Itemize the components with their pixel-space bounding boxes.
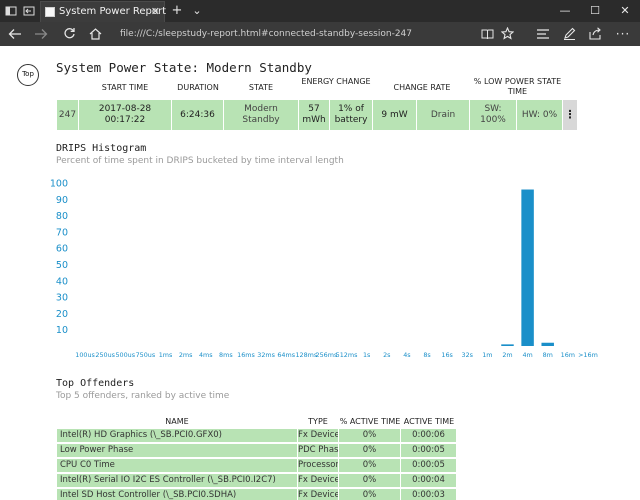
y-tick-label: 40 (56, 276, 68, 287)
x-tick-label: 16s (441, 351, 453, 359)
histogram-bar[interactable] (501, 344, 514, 346)
more-options-icon[interactable]: ··· (612, 22, 634, 46)
address-bar[interactable]: file:///C:/sleepstudy-report.html#connec… (120, 25, 470, 43)
offender-type: Processor (298, 459, 338, 472)
offender-type: Fx Device (298, 474, 338, 487)
refresh-icon[interactable] (58, 22, 80, 46)
offender-type: Fx Device (298, 429, 338, 442)
x-tick-label: 128ms (295, 351, 317, 359)
reading-view-icon[interactable] (476, 22, 498, 46)
tab-preview-icon[interactable] (4, 0, 18, 22)
y-tick-label: 30 (56, 293, 68, 304)
x-tick-label: 64ms (277, 351, 295, 359)
offender-type: PDC Phase (298, 444, 338, 457)
x-tick-label: >16m (578, 351, 598, 359)
new-tab-button[interactable]: + (170, 0, 184, 22)
x-tick-label: 32s (462, 351, 474, 359)
tab-system-power-report[interactable]: System Power Report ✕ (40, 1, 166, 22)
col-name: NAME (165, 417, 189, 426)
forward-arrow-icon[interactable] (30, 22, 52, 46)
back-to-tabs-icon[interactable] (22, 0, 36, 22)
offender-name: Low Power Phase (57, 444, 297, 457)
offender-active-time: 0:00:05 (401, 444, 456, 457)
offender-name: Intel(R) Serial IO I2C ES Controller (\_… (57, 474, 297, 487)
offender-name: CPU C0 Time (57, 459, 297, 472)
offender-active-time: 0:00:06 (401, 429, 456, 442)
x-tick-label: 100us (75, 351, 95, 359)
y-tick-label: 80 (56, 211, 68, 222)
navigation-bar: file:///C:/sleepstudy-report.html#connec… (0, 22, 640, 46)
y-tick-label: 100 (50, 179, 68, 190)
y-tick-label: 10 (56, 325, 68, 336)
histogram-bar[interactable] (521, 189, 534, 346)
y-tick-label: 20 (56, 309, 68, 320)
share-icon[interactable] (584, 22, 606, 46)
x-tick-label: 32ms (257, 351, 275, 359)
back-arrow-icon[interactable] (4, 22, 26, 46)
y-tick-label: 50 (56, 260, 68, 271)
col-type: TYPE (308, 417, 328, 426)
offenders-subtitle: Top 5 offenders, ranked by active time (56, 391, 230, 401)
x-tick-label: 500us (115, 351, 135, 359)
histogram-bar[interactable] (541, 342, 554, 346)
col-active-time: ACTIVE TIME (403, 417, 455, 426)
tab-menu-button[interactable]: ⌄ (190, 0, 204, 22)
x-tick-label: 8m (543, 351, 553, 359)
offender-type: Fx Device (298, 489, 338, 500)
x-tick-label: 256ms (316, 351, 338, 359)
offender-active-time: 0:00:04 (401, 474, 456, 487)
close-button[interactable]: ✕ (610, 0, 640, 22)
offender-active-time: 0:00:03 (401, 489, 456, 500)
favorite-star-icon[interactable] (496, 22, 518, 46)
x-tick-label: 4ms (199, 351, 213, 359)
maximize-button[interactable]: ☐ (580, 0, 610, 22)
y-tick-label: 60 (56, 244, 68, 255)
x-tick-label: 1ms (159, 351, 173, 359)
x-tick-label: 4s (403, 351, 411, 359)
x-tick-label: 16m (561, 351, 575, 359)
x-tick-label: 16ms (237, 351, 255, 359)
x-tick-label: 8s (423, 351, 431, 359)
offender-pct-active: 0% (339, 459, 400, 472)
offender-name: Intel(R) HD Graphics (\_SB.PCI0.GFX0) (57, 429, 297, 442)
offender-pct-active: 0% (339, 474, 400, 487)
y-tick-label: 70 (56, 227, 68, 238)
hub-icon[interactable] (532, 22, 554, 46)
x-tick-label: 250us (95, 351, 115, 359)
offender-pct-active: 0% (339, 429, 400, 442)
col-pct-active: % ACTIVE TIME (339, 417, 401, 426)
offender-name: Intel SD Host Controller (\_SB.PCI0.SDHA… (57, 489, 297, 500)
home-icon[interactable] (84, 22, 106, 46)
offender-pct-active: 0% (339, 444, 400, 457)
y-tick-label: 90 (56, 195, 68, 206)
x-tick-label: 1m (482, 351, 492, 359)
title-bar: System Power Report ✕ + ⌄ — ☐ ✕ (0, 0, 640, 22)
x-tick-label: 1s (363, 351, 371, 359)
offenders-title: Top Offenders (56, 378, 135, 389)
x-tick-label: 512ms (336, 351, 358, 359)
x-tick-label: 8ms (219, 351, 233, 359)
minimize-button[interactable]: — (550, 0, 580, 22)
page-content: Top System Power State: Modern Standby S… (0, 46, 640, 500)
x-tick-label: 4m (522, 351, 532, 359)
x-tick-label: 2m (502, 351, 512, 359)
x-tick-label: 2s (383, 351, 391, 359)
tab-close-icon[interactable]: ✕ (151, 2, 160, 22)
page-icon (45, 7, 55, 17)
offender-pct-active: 0% (339, 489, 400, 500)
x-tick-label: 2ms (179, 351, 193, 359)
web-note-icon[interactable] (558, 22, 580, 46)
offender-active-time: 0:00:05 (401, 459, 456, 472)
x-tick-label: 750us (136, 351, 156, 359)
